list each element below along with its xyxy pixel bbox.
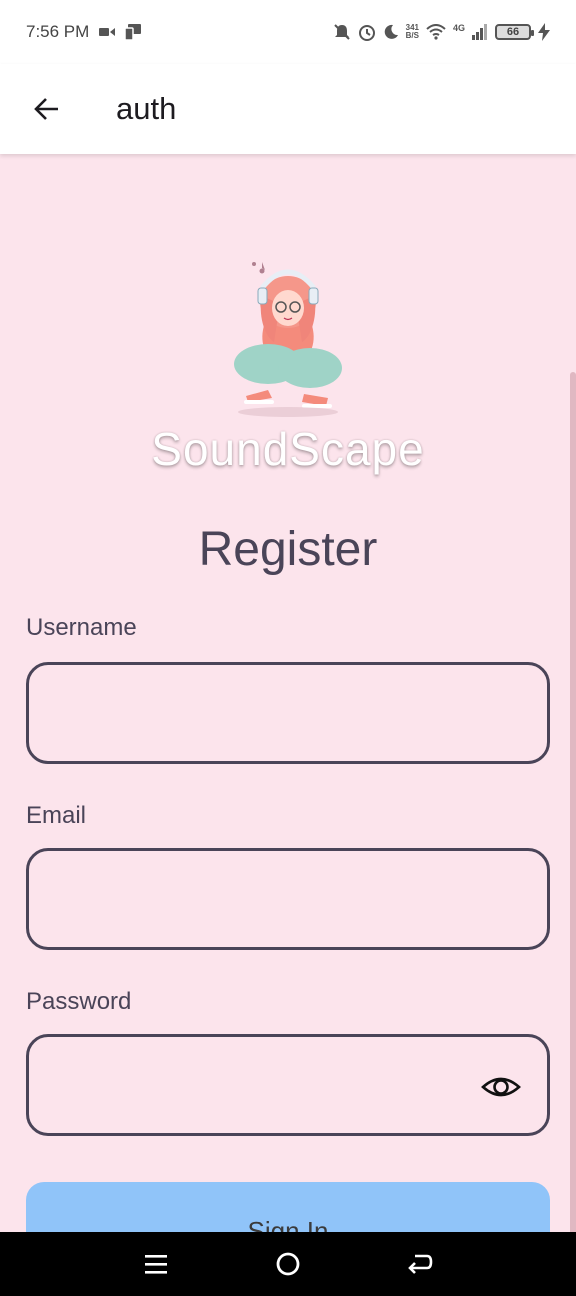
alarm-icon (358, 25, 375, 41)
username-field-container (26, 662, 550, 764)
email-field-container (26, 848, 550, 950)
eye-icon[interactable] (481, 1067, 521, 1107)
status-bar: 7:56 PM 341 B/S 4G 66 (0, 0, 576, 64)
video-camera-icon (99, 28, 116, 36)
brand-name: SoundScape (151, 423, 425, 475)
status-left: 7:56 PM (26, 22, 143, 42)
nav-menu-button[interactable] (136, 1244, 176, 1284)
register-screen: SoundScape Register Username Email Passw… (0, 154, 576, 1232)
scrollbar-track[interactable] (570, 372, 576, 1232)
page-title: auth (116, 91, 177, 126)
system-nav-bar (0, 1232, 576, 1296)
battery-level: 66 (506, 26, 520, 38)
status-right: 341 B/S 4G 66 (333, 23, 550, 41)
password-field-container (26, 1034, 550, 1136)
sign-in-button[interactable]: Sign In (26, 1182, 550, 1232)
bell-muted-icon (333, 24, 350, 40)
return-icon (408, 1254, 433, 1274)
sign-in-label: Sign In (247, 1216, 329, 1232)
back-button[interactable] (24, 87, 68, 131)
network-type: 4G (452, 23, 465, 33)
arrow-left-icon (34, 98, 58, 120)
soundscape-logo-illustration (234, 262, 342, 417)
password-label: Password (26, 988, 132, 1015)
email-label: Email (26, 802, 87, 829)
username-field[interactable] (29, 665, 547, 761)
battery-indicator: 66 (495, 24, 534, 40)
register-heading: Register (198, 523, 378, 576)
nav-home-button[interactable] (268, 1244, 308, 1284)
wifi-icon (426, 24, 446, 40)
home-circle-icon (276, 1252, 300, 1276)
moon-icon (384, 24, 398, 39)
net-speed: 341 B/S (406, 24, 419, 40)
status-time: 7:56 PM (26, 22, 90, 41)
password-field[interactable] (29, 1037, 547, 1133)
username-label: Username (26, 614, 137, 641)
nav-back-button[interactable] (400, 1244, 440, 1284)
screen-share-icon (125, 24, 142, 40)
app-bar: auth (0, 64, 576, 154)
net-speed-unit: B/S (405, 31, 419, 40)
signal-icon (472, 24, 487, 40)
email-field[interactable] (29, 851, 547, 947)
menu-icon (145, 1255, 167, 1274)
charging-icon (538, 23, 550, 41)
